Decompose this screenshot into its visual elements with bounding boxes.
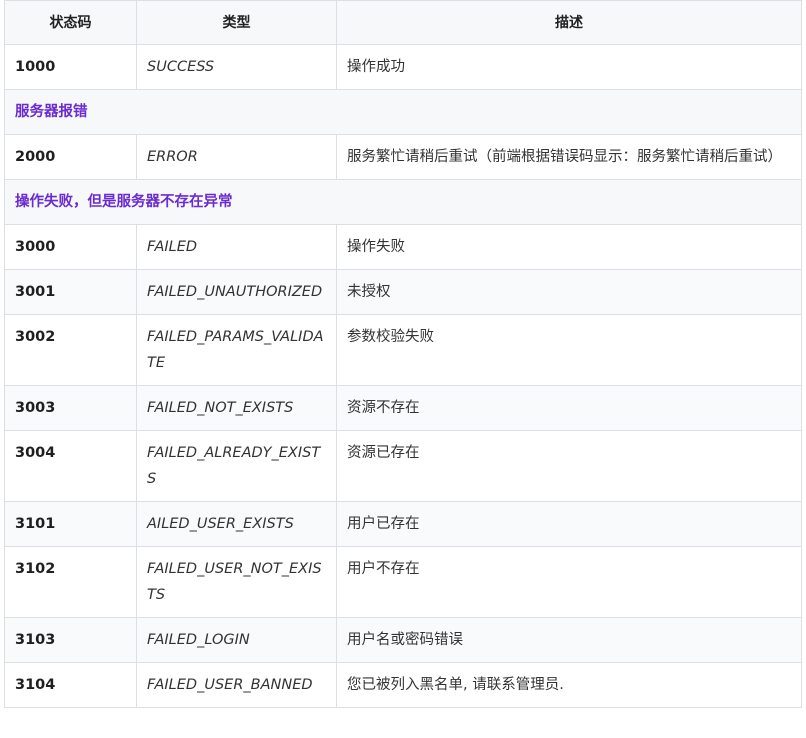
table-row: 3102 FAILED_USER_NOT_EXISTS 用户不存在 (4, 546, 802, 618)
table-row: 3000 FAILED 操作失败 (4, 224, 802, 270)
section-row: 操作失败，但是服务器不存在异常 (4, 179, 802, 225)
status-code-table: 状态码 类型 描述 1000 SUCCESS 操作成功 服务器报错 2000 E… (4, 0, 802, 708)
status-code-cell: 1000 (4, 44, 137, 90)
header-row: 状态码 类型 描述 (4, 0, 802, 45)
table-row: 3003 FAILED_NOT_EXISTS 资源不存在 (4, 385, 802, 431)
status-code-cell: 3101 (4, 501, 137, 547)
status-code-cell: 3003 (4, 385, 137, 431)
description-cell: 资源不存在 (336, 385, 802, 431)
type-cell: FAILED_PARAMS_VALIDATE (136, 314, 337, 386)
type-cell: FAILED_ALREADY_EXISTS (136, 430, 337, 502)
status-code-table-container: 状态码 类型 描述 1000 SUCCESS 操作成功 服务器报错 2000 E… (0, 0, 806, 738)
status-code-cell: 3004 (4, 430, 137, 502)
type-cell: FAILED_UNAUTHORIZED (136, 269, 337, 315)
table-row: 3101 AILED_USER_EXISTS 用户已存在 (4, 501, 802, 547)
description-cell: 操作成功 (336, 44, 802, 90)
status-code-cell: 3001 (4, 269, 137, 315)
description-cell: 资源已存在 (336, 430, 802, 502)
type-cell: FAILED_USER_NOT_EXISTS (136, 546, 337, 618)
type-cell: AILED_USER_EXISTS (136, 501, 337, 547)
header-description: 描述 (336, 0, 802, 45)
table-row: 3002 FAILED_PARAMS_VALIDATE 参数校验失败 (4, 314, 802, 386)
status-code-cell: 3002 (4, 314, 137, 386)
status-code-cell: 3103 (4, 617, 137, 663)
table-body: 1000 SUCCESS 操作成功 服务器报错 2000 ERROR 服务繁忙请… (4, 44, 802, 708)
description-cell: 用户已存在 (336, 501, 802, 547)
type-cell: ERROR (136, 134, 337, 180)
header-type: 类型 (136, 0, 337, 45)
description-cell: 用户不存在 (336, 546, 802, 618)
section-heading: 服务器报错 (4, 89, 802, 135)
table-row: 3004 FAILED_ALREADY_EXISTS 资源已存在 (4, 430, 802, 502)
table-row: 3103 FAILED_LOGIN 用户名或密码错误 (4, 617, 802, 663)
description-cell: 用户名或密码错误 (336, 617, 802, 663)
type-cell: FAILED_USER_BANNED (136, 662, 337, 708)
status-code-cell: 3102 (4, 546, 137, 618)
status-code-cell: 2000 (4, 134, 137, 180)
section-heading: 操作失败，但是服务器不存在异常 (4, 179, 802, 225)
description-cell: 未授权 (336, 269, 802, 315)
description-cell: 您已被列入黑名单, 请联系管理员. (336, 662, 802, 708)
status-code-cell: 3000 (4, 224, 137, 270)
table-row: 3001 FAILED_UNAUTHORIZED 未授权 (4, 269, 802, 315)
type-cell: FAILED (136, 224, 337, 270)
status-code-cell: 3104 (4, 662, 137, 708)
table-row: 1000 SUCCESS 操作成功 (4, 44, 802, 90)
table-row: 2000 ERROR 服务繁忙请稍后重试（前端根据错误码显示：服务繁忙请稍后重试… (4, 134, 802, 180)
section-row: 服务器报错 (4, 89, 802, 135)
description-cell: 参数校验失败 (336, 314, 802, 386)
type-cell: FAILED_LOGIN (136, 617, 337, 663)
description-cell: 服务繁忙请稍后重试（前端根据错误码显示：服务繁忙请稍后重试） (336, 134, 802, 180)
description-cell: 操作失败 (336, 224, 802, 270)
header-status-code: 状态码 (4, 0, 137, 45)
type-cell: FAILED_NOT_EXISTS (136, 385, 337, 431)
table-row: 3104 FAILED_USER_BANNED 您已被列入黑名单, 请联系管理员… (4, 662, 802, 708)
table-header: 状态码 类型 描述 (4, 0, 802, 45)
type-cell: SUCCESS (136, 44, 337, 90)
